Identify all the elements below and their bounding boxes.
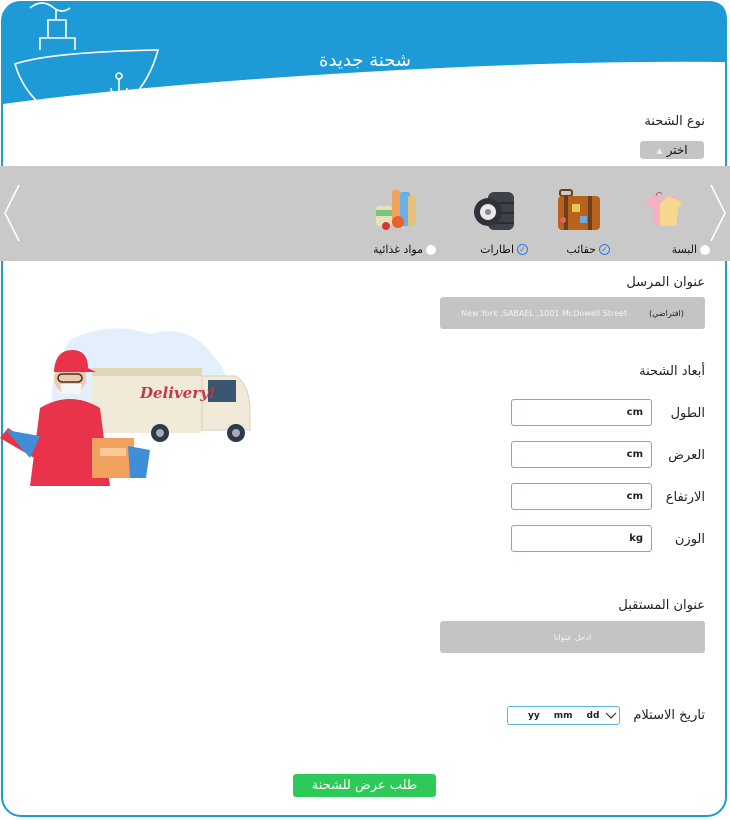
category-label: البسة bbox=[671, 243, 697, 256]
chevron-left-icon[interactable] bbox=[2, 183, 22, 243]
category-label: حقائب bbox=[566, 243, 596, 256]
request-quote-button[interactable]: طلب عرض للشحنة bbox=[293, 774, 436, 797]
date-picker[interactable]: yy mm dd bbox=[507, 706, 620, 725]
receiver-address-label: عنوان المستقبل bbox=[618, 598, 705, 613]
day-field[interactable]: dd bbox=[587, 711, 600, 721]
width-label: العرض bbox=[668, 448, 705, 463]
delivery-truck: Delivery! bbox=[92, 368, 251, 442]
check-luggage-icon[interactable]: ✓ bbox=[599, 244, 610, 255]
height-input[interactable]: cm bbox=[511, 483, 652, 510]
type-dropdown-label: اختر bbox=[666, 143, 688, 157]
weight-label: الوزن bbox=[674, 532, 705, 547]
caret-up-icon: ▲ bbox=[656, 145, 663, 155]
category-label: اطارات bbox=[480, 243, 514, 256]
default-tag: (افتراضي) bbox=[649, 308, 684, 318]
radio-clothes[interactable] bbox=[700, 244, 710, 255]
sender-address-label: عنوان المرسل bbox=[626, 275, 705, 290]
category-luggage[interactable]: ✓ حقائب bbox=[520, 186, 610, 256]
type-dropdown[interactable]: اختر ▲ bbox=[640, 141, 704, 159]
width-input[interactable]: cm bbox=[511, 441, 652, 468]
chevron-down-icon[interactable] bbox=[605, 712, 617, 720]
category-tires[interactable]: ✓ اطارات bbox=[438, 186, 528, 256]
receive-date-label: تاريخ الاستلام bbox=[633, 708, 705, 723]
length-label: الطول bbox=[670, 406, 705, 421]
weight-input[interactable]: kg bbox=[511, 525, 652, 552]
luggage-icon bbox=[558, 189, 600, 230]
chevron-right-icon[interactable] bbox=[708, 183, 728, 243]
tires-icon bbox=[474, 192, 514, 230]
dimensions-label: أبعاد الشحنة bbox=[639, 364, 705, 379]
month-field[interactable]: mm bbox=[554, 711, 573, 721]
category-groceries[interactable]: مواد غذائية bbox=[346, 186, 436, 256]
radio-groceries[interactable] bbox=[426, 244, 436, 255]
sender-address-field[interactable]: (افتراضي) New York ,SABAEL ,1001 McDowel… bbox=[440, 297, 705, 329]
unit-label: cm bbox=[626, 491, 643, 502]
unit-label: cm bbox=[626, 449, 643, 460]
sender-address-value: New York ,SABAEL ,1001 McDowell Street bbox=[461, 308, 628, 318]
unit-label: cm bbox=[626, 407, 643, 418]
length-input[interactable]: cm bbox=[511, 399, 652, 426]
truck-delivery-text: Delivery! bbox=[139, 384, 215, 402]
groceries-icon bbox=[376, 190, 416, 230]
receiver-address-field[interactable]: ادخل عنوانا bbox=[440, 621, 705, 653]
receiver-address-placeholder: ادخل عنوانا bbox=[553, 632, 592, 642]
unit-label: kg bbox=[629, 533, 643, 544]
clothes-icon bbox=[646, 191, 682, 226]
check-tires-icon[interactable]: ✓ bbox=[517, 244, 528, 255]
category-label: مواد غذائية bbox=[373, 243, 423, 256]
delivery-illustration: Delivery! bbox=[0, 328, 251, 486]
shipment-type-label: نوع الشحنة bbox=[644, 114, 705, 129]
category-carousel: البسة ✓ حقائب ✓ اطارات مواد غذائية bbox=[0, 166, 730, 261]
category-clothes[interactable]: البسة bbox=[620, 186, 710, 256]
page-title: شحنة جديدة bbox=[319, 50, 411, 71]
height-label: الارتفاع bbox=[665, 490, 705, 505]
year-field[interactable]: yy bbox=[528, 711, 540, 721]
